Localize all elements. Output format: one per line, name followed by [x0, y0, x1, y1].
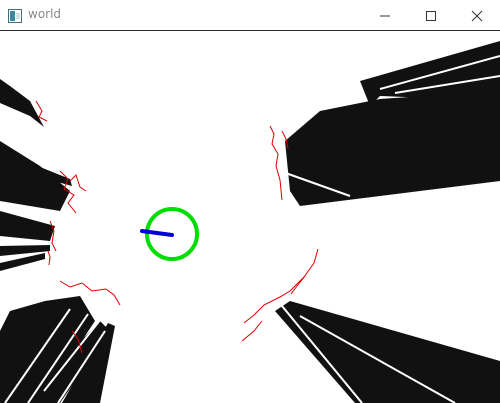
maximize-icon — [426, 11, 436, 21]
minimize-icon — [380, 15, 390, 17]
close-icon — [471, 10, 483, 22]
close-button[interactable] — [454, 0, 500, 31]
window-title: world — [28, 7, 62, 21]
window-app-icon — [8, 8, 22, 23]
world-render — [0, 31, 500, 403]
maximize-button[interactable] — [408, 0, 454, 31]
title-bar[interactable]: world — [0, 0, 500, 31]
app-window: world — [0, 0, 500, 403]
world-viewport[interactable] — [0, 31, 500, 403]
minimize-button[interactable] — [362, 0, 408, 31]
